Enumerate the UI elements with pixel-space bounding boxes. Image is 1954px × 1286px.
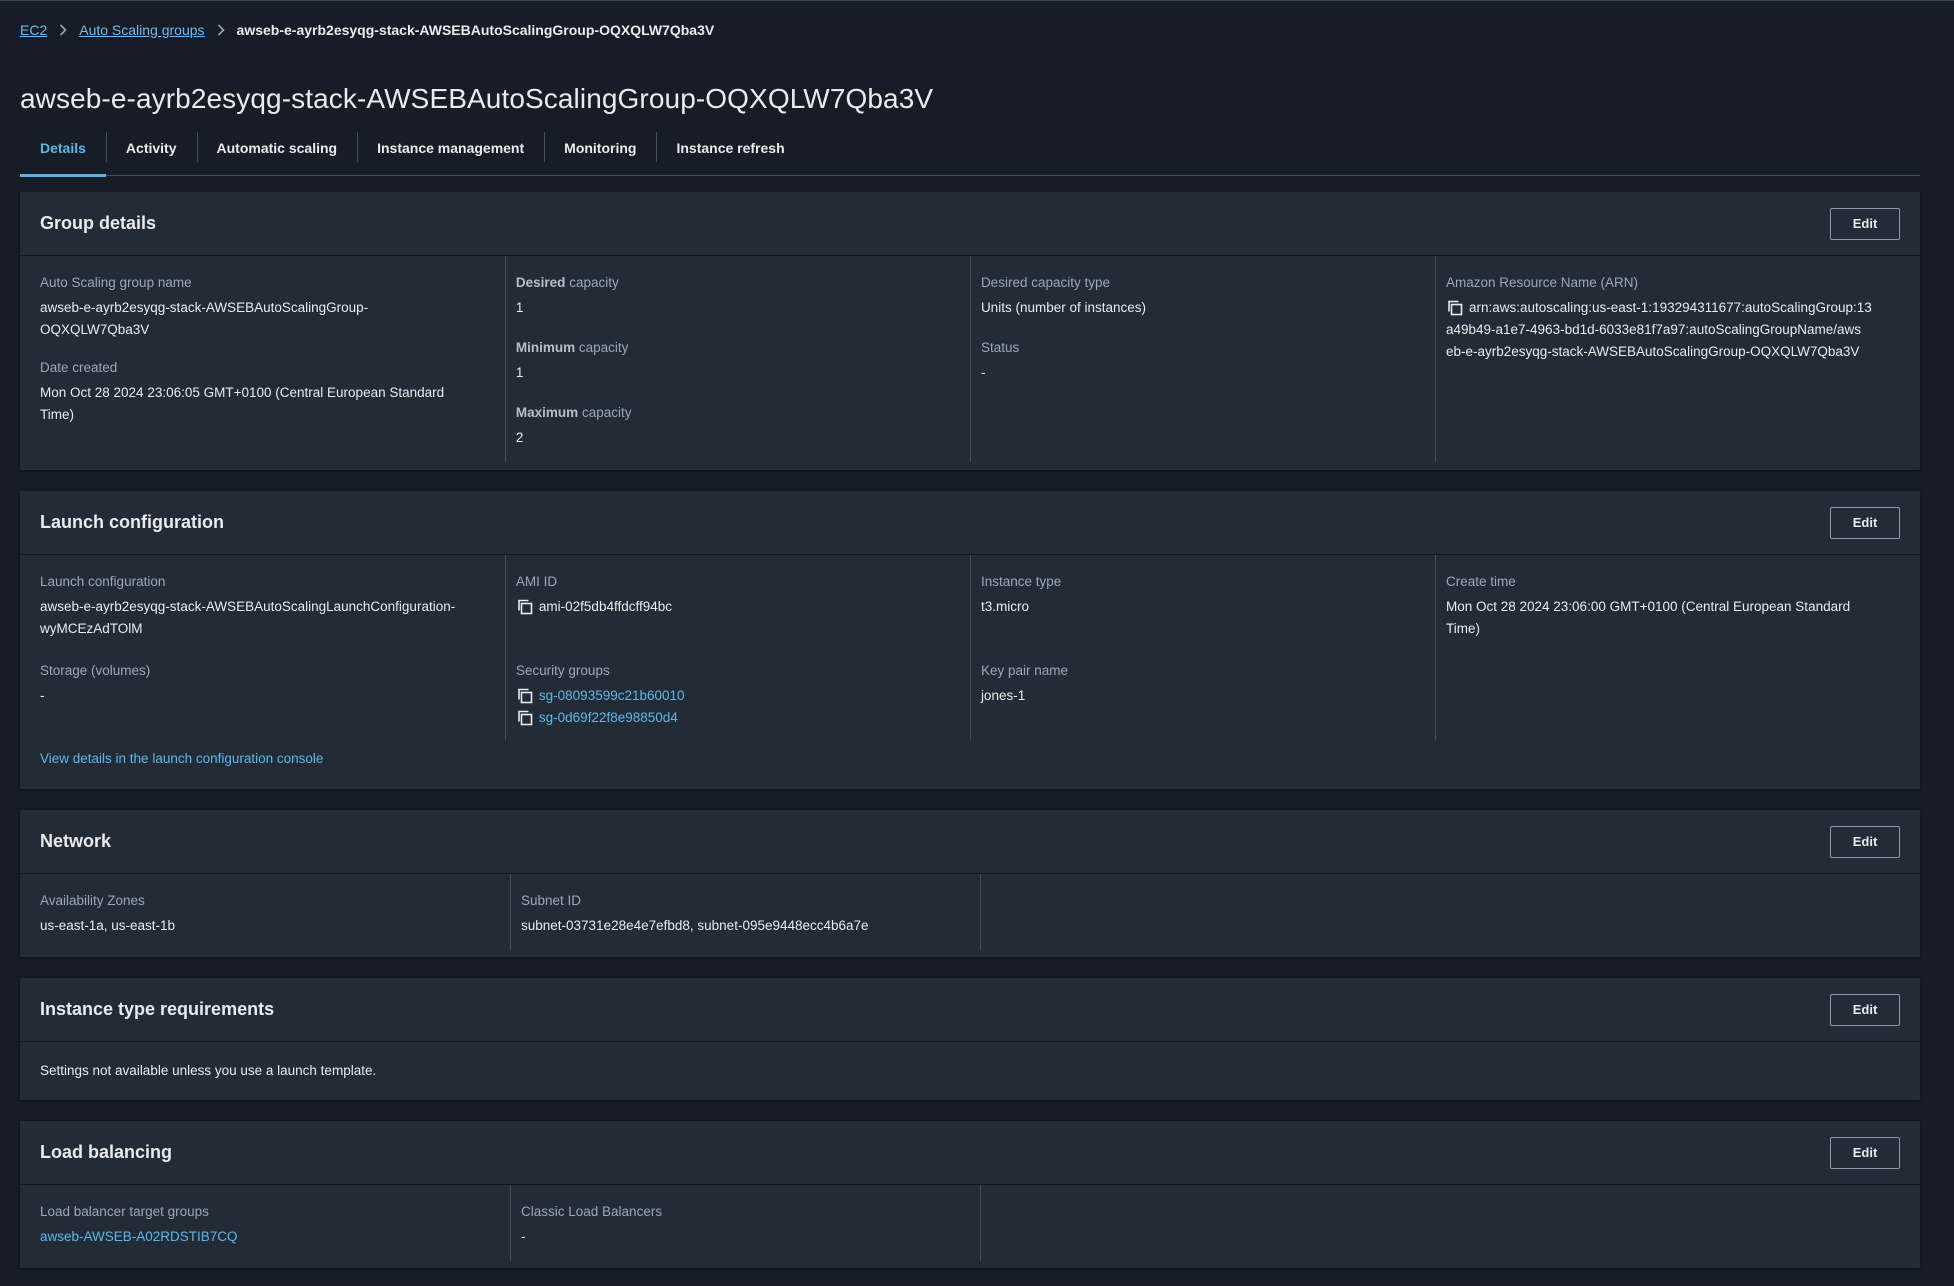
panel-title: Group details — [40, 213, 157, 233]
field-label: Storage (volumes) — [40, 663, 151, 678]
panel-title: Launch configuration — [40, 512, 224, 532]
ami-id-value: ami-02f5db4ffdcff94bc — [516, 596, 960, 618]
copy-icon[interactable] — [1446, 299, 1464, 317]
storage-value: - — [40, 688, 45, 703]
field-label: Availability Zones — [40, 893, 145, 908]
chevron-right-icon — [59, 24, 67, 36]
key-pair-value: jones-1 — [980, 688, 1026, 703]
panel-title: Network — [40, 831, 112, 851]
tab-automatic-scaling[interactable]: Automatic scaling — [196, 130, 358, 175]
edit-load-balancing-button[interactable]: Edit — [1830, 1136, 1900, 1169]
breadcrumb-current: awseb-e-ayrb2esyqg-stack-AWSEBAutoScalin… — [236, 22, 715, 38]
date-created-value: Mon Oct 28 2024 23:06:05 GMT+0100 (Centr… — [40, 385, 445, 422]
edit-instance-type-requirements-button[interactable]: Edit — [1830, 993, 1900, 1026]
field-label: Desired capacity type — [980, 275, 1110, 290]
security-group-link[interactable]: sg-0d69f22f8e98850d4 — [539, 707, 678, 729]
edit-group-details-button[interactable]: Edit — [1830, 207, 1900, 240]
breadcrumb: EC2 Auto Scaling groups awseb-e-ayrb2esy… — [20, 22, 714, 38]
tab-details[interactable]: Details — [20, 130, 106, 177]
network-panel: Network Edit Availability Zones us-east-… — [20, 810, 1920, 957]
desired-capacity-type-value: Units (number of instances) — [980, 300, 1147, 315]
security-group-link[interactable]: sg-08093599c21b60010 — [539, 685, 685, 707]
arn-value: arn:aws:autoscaling:us-east-1:1932943116… — [1445, 299, 1872, 359]
panel-title: Instance type requirements — [40, 999, 275, 1019]
breadcrumb-asg-link[interactable]: Auto Scaling groups — [79, 22, 204, 38]
min-capacity-value: 1 — [515, 365, 524, 380]
field-label: Key pair name — [980, 663, 1068, 678]
tab-bar: Details Activity Automatic scaling Insta… — [20, 130, 1920, 177]
group-details-panel: Group details Edit Auto Scaling group na… — [20, 192, 1920, 470]
desired-capacity-value: 1 — [515, 300, 524, 315]
field-label: Amazon Resource Name (ARN) — [1445, 275, 1639, 290]
launch-configuration-panel: Launch configuration Edit Launch configu… — [20, 491, 1920, 789]
chevron-right-icon — [217, 24, 225, 36]
edit-network-button[interactable]: Edit — [1830, 825, 1900, 858]
classic-load-balancers-value: - — [521, 1229, 526, 1244]
panel-header: Load balancing Edit — [20, 1121, 1920, 1185]
field-label: AMI ID — [515, 574, 558, 589]
panel-title: Load balancing — [40, 1142, 173, 1162]
panel-header: Instance type requirements Edit — [20, 978, 1920, 1042]
instance-type-value: t3.micro — [980, 599, 1029, 614]
tab-activity[interactable]: Activity — [105, 130, 197, 175]
load-balancing-panel: Load balancing Edit Load balancer target… — [20, 1121, 1920, 1268]
panel-header: Group details Edit — [20, 192, 1920, 256]
max-capacity-value: 2 — [515, 430, 524, 445]
field-label: Subnet ID — [521, 893, 582, 908]
tab-instance-refresh[interactable]: Instance refresh — [656, 130, 804, 175]
view-launch-configuration-link[interactable]: View details in the launch configuration… — [40, 751, 323, 766]
launch-configuration-value: awseb-e-ayrb2esyqg-stack-AWSEBAutoScalin… — [40, 599, 456, 636]
field-label: Security groups — [515, 663, 610, 678]
field-label: Launch configuration — [40, 574, 166, 589]
panel-header: Launch configuration Edit — [20, 491, 1920, 555]
edit-launch-configuration-button[interactable]: Edit — [1830, 506, 1900, 539]
field-label: Desired capacity — [515, 275, 619, 290]
field-label: Maximum capacity — [515, 405, 632, 420]
status-value: - — [980, 365, 986, 380]
subnet-id-value: subnet-03731e28e4e7efbd8, subnet-095e944… — [521, 918, 869, 933]
field-label: Minimum capacity — [515, 340, 629, 355]
availability-zones-value: us-east-1a, us-east-1b — [40, 918, 176, 933]
field-label: Load balancer target groups — [40, 1204, 209, 1219]
instance-type-requirements-panel: Instance type requirements Edit Settings… — [20, 978, 1920, 1100]
panel-header: Network Edit — [20, 810, 1920, 874]
settings-unavailable-message: Settings not available unless you use a … — [40, 1063, 377, 1078]
copy-icon[interactable] — [516, 687, 534, 705]
field-label: Instance type — [980, 574, 1062, 589]
field-label: Classic Load Balancers — [521, 1204, 663, 1219]
asg-name-value: awseb-e-ayrb2esyqg-stack-AWSEBAutoScalin… — [40, 300, 369, 337]
field-label: Date created — [40, 360, 118, 375]
tab-instance-management[interactable]: Instance management — [357, 130, 544, 175]
target-group-link[interactable]: awseb-AWSEB-A02RDSTIB7CQ — [40, 1229, 238, 1244]
tab-monitoring[interactable]: Monitoring — [544, 130, 656, 175]
top-divider — [0, 0, 1954, 1]
page-title: awseb-e-ayrb2esyqg-stack-AWSEBAutoScalin… — [20, 82, 934, 114]
field-label: Create time — [1445, 574, 1516, 589]
breadcrumb-ec2-link[interactable]: EC2 — [20, 22, 47, 38]
field-label: Status — [980, 340, 1020, 355]
field-label: Auto Scaling group name — [40, 275, 192, 290]
create-time-value: Mon Oct 28 2024 23:06:00 GMT+0100 (Centr… — [1445, 599, 1851, 636]
copy-icon[interactable] — [516, 709, 534, 727]
copy-icon[interactable] — [516, 598, 534, 616]
